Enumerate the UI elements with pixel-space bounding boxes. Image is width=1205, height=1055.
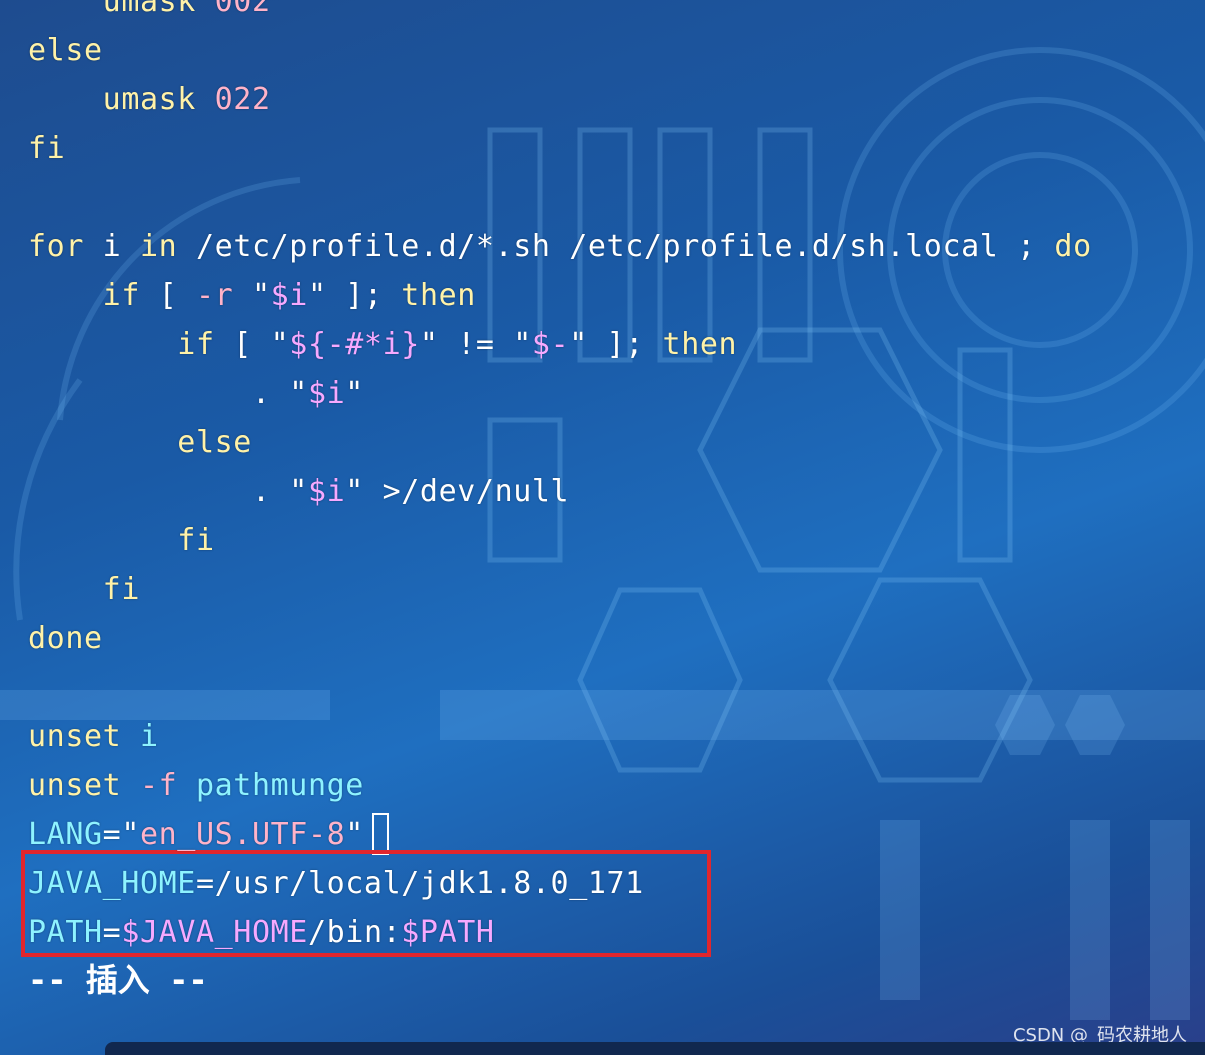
- code-token: /etc/profile.d/*.sh /etc/profile.d/sh.lo…: [177, 229, 1055, 264]
- code-line: unset i: [28, 715, 159, 759]
- code-token: i: [84, 229, 140, 264]
- code-token: $JAVA_HOME: [121, 915, 308, 950]
- code-token: in: [140, 229, 178, 264]
- code-token: if: [177, 327, 215, 362]
- code-line: else: [28, 421, 252, 465]
- code-line: if [ -r "$i" ]; then: [28, 274, 476, 318]
- code-token: 022: [214, 82, 271, 117]
- terminal-editor[interactable]: umask 002 else umask 022 fi for i in /etc/p…: [0, 0, 1205, 1055]
- code-token: =: [102, 915, 122, 950]
- code-line: fi: [28, 519, 215, 563]
- code-token: fi: [28, 131, 66, 166]
- code-line: for i in /etc/profile.d/*.sh /etc/profil…: [28, 225, 1092, 269]
- code-token: for: [28, 229, 84, 264]
- code-line: if [ "${-#*i}" != "$-" ]; then: [28, 323, 737, 367]
- code-token: ": [233, 278, 271, 313]
- code-token: =/usr/local/jdk1.8.0_171: [195, 866, 644, 901]
- code-token: -r: [195, 278, 234, 313]
- code-token: -f: [139, 768, 178, 803]
- code-token: $i: [270, 278, 308, 313]
- code-token: umask: [102, 0, 196, 19]
- code-line: JAVA_HOME=/usr/local/jdk1.8.0_171: [28, 862, 644, 906]
- code-token: umask: [102, 82, 196, 117]
- code-token: ": [345, 376, 364, 411]
- code-token: pathmunge: [195, 768, 364, 803]
- code-token: $i: [307, 474, 346, 509]
- code-token: else: [177, 425, 252, 460]
- code-token: $PATH: [401, 915, 495, 950]
- code-line: done: [28, 617, 103, 661]
- code-token: fi: [177, 523, 215, 558]
- code-line: umask 022: [28, 78, 271, 122]
- code-token: 002: [214, 0, 271, 19]
- code-line: fi: [28, 127, 65, 171]
- code-token: else: [28, 33, 103, 68]
- code-token: =": [102, 817, 140, 852]
- code-token: " != ": [419, 327, 532, 362]
- code-token: PATH: [28, 915, 103, 950]
- code-token: . ": [251, 474, 308, 509]
- code-token: [ ": [214, 327, 290, 362]
- code-line: else: [28, 29, 103, 73]
- code-line: LANG="en_US.UTF-8": [28, 813, 364, 857]
- code-token: $-: [531, 327, 570, 362]
- code-token: " ];: [569, 327, 663, 362]
- code-token: unset: [28, 719, 122, 754]
- code-token: " >/dev/null: [345, 474, 570, 509]
- code-token: " ];: [307, 278, 402, 313]
- code-token: then: [662, 327, 738, 362]
- code-token: then: [401, 278, 476, 313]
- code-token: JAVA_HOME: [28, 866, 196, 901]
- code-token: LANG: [28, 817, 103, 852]
- code-line: . "$i": [28, 372, 364, 416]
- code-token: do: [1054, 229, 1092, 264]
- code-token: /bin:: [307, 915, 402, 950]
- code-token: ": [345, 817, 364, 852]
- code-token: unset: [28, 768, 122, 803]
- code-token: i: [139, 719, 159, 754]
- code-token: [: [139, 278, 196, 313]
- code-token: done: [28, 621, 103, 656]
- code-line: PATH=$JAVA_HOME/bin:$PATH: [28, 911, 495, 955]
- code-token: fi: [102, 572, 140, 607]
- code-token: if: [102, 278, 140, 313]
- code-token: $i: [307, 376, 346, 411]
- code-line: unset -f pathmunge: [28, 764, 364, 808]
- code-line: . "$i" >/dev/null: [28, 470, 569, 514]
- code-token: . ": [251, 376, 308, 411]
- code-line: umask 002: [28, 0, 271, 24]
- code-line: fi: [28, 568, 140, 612]
- code-token: en_US.UTF-8: [139, 817, 346, 852]
- code-token: ${-#*i}: [289, 327, 420, 362]
